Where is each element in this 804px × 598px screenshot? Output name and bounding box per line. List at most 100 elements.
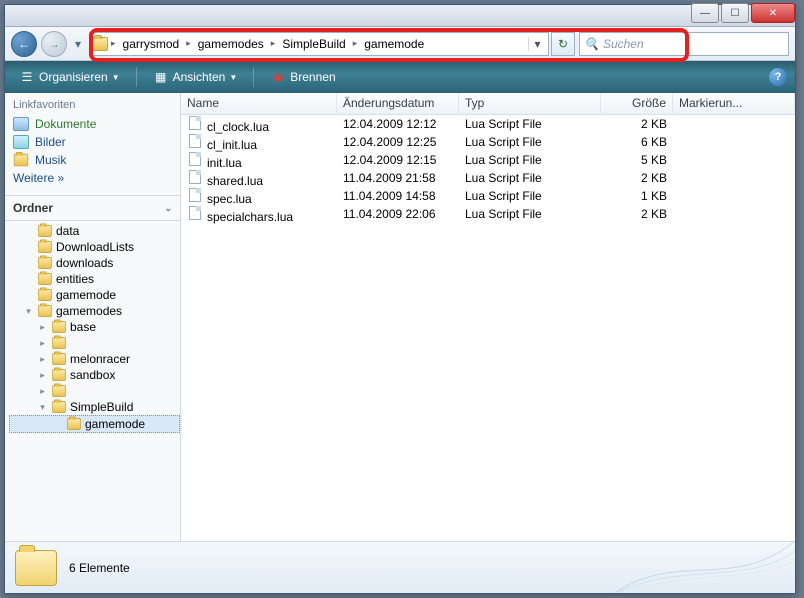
tree-node-label: downloads bbox=[56, 256, 113, 270]
folders-header-label: Ordner bbox=[13, 201, 53, 215]
forward-button[interactable]: → bbox=[41, 31, 67, 57]
organize-label: Organisieren bbox=[39, 70, 108, 84]
minimize-button[interactable]: — bbox=[691, 3, 719, 23]
expand-icon[interactable]: ▸ bbox=[37, 354, 48, 365]
views-icon: ▦ bbox=[153, 69, 169, 85]
file-list[interactable]: cl_clock.lua12.04.2009 12:12Lua Script F… bbox=[181, 115, 795, 541]
file-name: specialchars.lua bbox=[207, 210, 293, 224]
file-row[interactable]: init.lua12.04.2009 12:15Lua Script File5… bbox=[181, 151, 795, 169]
tree-node-label: SimpleBuild bbox=[70, 400, 133, 414]
nav-row: ← → ▾ ▸ garrysmod ▸ gamemodes ▸ SimpleBu… bbox=[5, 27, 795, 61]
file-date: 11.04.2009 22:06 bbox=[337, 206, 459, 222]
column-name[interactable]: Name bbox=[181, 93, 337, 114]
favorite-label: Bilder bbox=[35, 135, 66, 149]
burn-icon: ◉ bbox=[270, 69, 286, 85]
folder-icon bbox=[38, 225, 52, 237]
breadcrumb-item[interactable]: gamemodes bbox=[194, 37, 268, 51]
breadcrumb-item[interactable]: garrysmod bbox=[119, 37, 184, 51]
tree-node[interactable]: gamemode bbox=[9, 287, 180, 303]
tree-node[interactable]: ▾gamemodes bbox=[9, 303, 180, 319]
tree-node[interactable]: ▸ base bbox=[9, 319, 180, 335]
command-bar: ☰ Organisieren ▼ ▦ Ansichten ▼ ◉ Brennen… bbox=[5, 61, 795, 93]
file-type: Lua Script File bbox=[459, 170, 601, 186]
tree-node-label: data bbox=[56, 224, 79, 238]
expand-icon[interactable]: ▸ bbox=[37, 338, 48, 349]
file-row[interactable]: spec.lua11.04.2009 14:58Lua Script File1… bbox=[181, 187, 795, 205]
expand-icon[interactable] bbox=[23, 274, 34, 285]
expand-icon[interactable] bbox=[52, 419, 63, 430]
refresh-icon: ↻ bbox=[558, 37, 568, 51]
file-tags bbox=[673, 213, 795, 215]
file-tags bbox=[673, 159, 795, 161]
favorite-label: Dokumente bbox=[35, 117, 96, 131]
tree-node[interactable]: gamemode bbox=[9, 415, 180, 433]
folder-icon bbox=[14, 154, 28, 167]
titlebar[interactable]: — ☐ ✕ bbox=[5, 5, 795, 27]
file-tags bbox=[673, 177, 795, 179]
tree-node[interactable]: DownloadLists bbox=[9, 239, 180, 255]
back-button[interactable]: ← bbox=[11, 31, 37, 57]
tree-node[interactable]: data bbox=[9, 223, 180, 239]
expand-icon[interactable] bbox=[23, 258, 34, 269]
main-area: Linkfavoriten Dokumente Bilder Musik Wei… bbox=[5, 93, 795, 541]
pictures-icon bbox=[13, 135, 29, 149]
column-date[interactable]: Änderungsdatum bbox=[337, 93, 459, 114]
file-row[interactable]: specialchars.lua11.04.2009 22:06Lua Scri… bbox=[181, 205, 795, 223]
file-row[interactable]: shared.lua11.04.2009 21:58Lua Script Fil… bbox=[181, 169, 795, 187]
lua-file-icon bbox=[187, 133, 203, 149]
chevron-down-icon: ▼ bbox=[112, 73, 120, 82]
lua-file-icon bbox=[187, 151, 203, 167]
organize-button[interactable]: ☰ Organisieren ▼ bbox=[13, 67, 126, 87]
documents-icon bbox=[13, 117, 29, 131]
column-tags[interactable]: Markierun... bbox=[673, 93, 795, 114]
expand-icon[interactable] bbox=[23, 290, 34, 301]
file-row[interactable]: cl_init.lua12.04.2009 12:25Lua Script Fi… bbox=[181, 133, 795, 151]
file-row[interactable]: cl_clock.lua12.04.2009 12:12Lua Script F… bbox=[181, 115, 795, 133]
expand-icon[interactable]: ▸ bbox=[37, 386, 48, 397]
favorites-more[interactable]: Weitere » bbox=[13, 169, 172, 187]
column-size[interactable]: Größe bbox=[601, 93, 673, 114]
views-button[interactable]: ▦ Ansichten ▼ bbox=[147, 67, 244, 87]
help-button[interactable]: ? bbox=[769, 68, 787, 86]
favorite-documents[interactable]: Dokumente bbox=[13, 115, 172, 133]
lua-file-icon bbox=[187, 187, 203, 203]
file-list-pane: Name Änderungsdatum Typ Größe Markierun.… bbox=[181, 93, 795, 541]
address-bar[interactable]: ▸ garrysmod ▸ gamemodes ▸ SimpleBuild ▸ … bbox=[89, 32, 549, 56]
tree-node[interactable]: entities bbox=[9, 271, 180, 287]
tree-node[interactable]: ▸sandbox bbox=[9, 367, 180, 383]
favorite-label: Musik bbox=[35, 153, 66, 167]
breadcrumb-sep-icon: ▸ bbox=[270, 38, 277, 49]
expand-icon[interactable]: ▾ bbox=[37, 402, 48, 413]
expand-icon[interactable]: ▾ bbox=[23, 306, 34, 317]
column-type[interactable]: Typ bbox=[459, 93, 601, 114]
folders-header[interactable]: Ordner ⌄ bbox=[5, 195, 180, 220]
favorite-pictures[interactable]: Bilder bbox=[13, 133, 172, 151]
folder-tree[interactable]: dataDownloadListsdownloadsentitiesgamemo… bbox=[5, 221, 180, 541]
close-button[interactable]: ✕ bbox=[751, 3, 795, 23]
tree-node[interactable]: ▸ bbox=[9, 383, 180, 399]
tree-node[interactable]: ▸ bbox=[9, 335, 180, 351]
status-item-count: 6 Elemente bbox=[69, 561, 130, 575]
burn-button[interactable]: ◉ Brennen bbox=[264, 67, 341, 87]
expand-icon[interactable]: ▸ bbox=[37, 322, 48, 333]
lua-file-icon bbox=[187, 205, 203, 221]
tree-node[interactable]: downloads bbox=[9, 255, 180, 271]
breadcrumb-item[interactable]: SimpleBuild bbox=[278, 37, 349, 51]
address-dropdown[interactable]: ▾ bbox=[528, 37, 546, 51]
refresh-button[interactable]: ↻ bbox=[551, 32, 575, 56]
expand-icon[interactable] bbox=[23, 242, 34, 253]
tree-node[interactable]: ▾ SimpleBuild bbox=[9, 399, 180, 415]
file-type: Lua Script File bbox=[459, 134, 601, 150]
favorite-music[interactable]: Musik bbox=[13, 151, 172, 169]
expand-icon[interactable]: ▸ bbox=[37, 370, 48, 381]
search-input[interactable]: 🔍 Suchen bbox=[579, 32, 789, 56]
tree-node-label: base bbox=[70, 320, 96, 334]
maximize-button[interactable]: ☐ bbox=[721, 3, 749, 23]
nav-history-dropdown[interactable]: ▾ bbox=[71, 37, 85, 51]
breadcrumb-item[interactable]: gamemode bbox=[360, 37, 428, 51]
tree-node[interactable]: ▸melonracer bbox=[9, 351, 180, 367]
expand-icon[interactable] bbox=[23, 226, 34, 237]
breadcrumb-sep-icon: ▸ bbox=[110, 38, 117, 49]
folder-icon bbox=[67, 418, 81, 430]
folder-icon bbox=[38, 289, 52, 301]
